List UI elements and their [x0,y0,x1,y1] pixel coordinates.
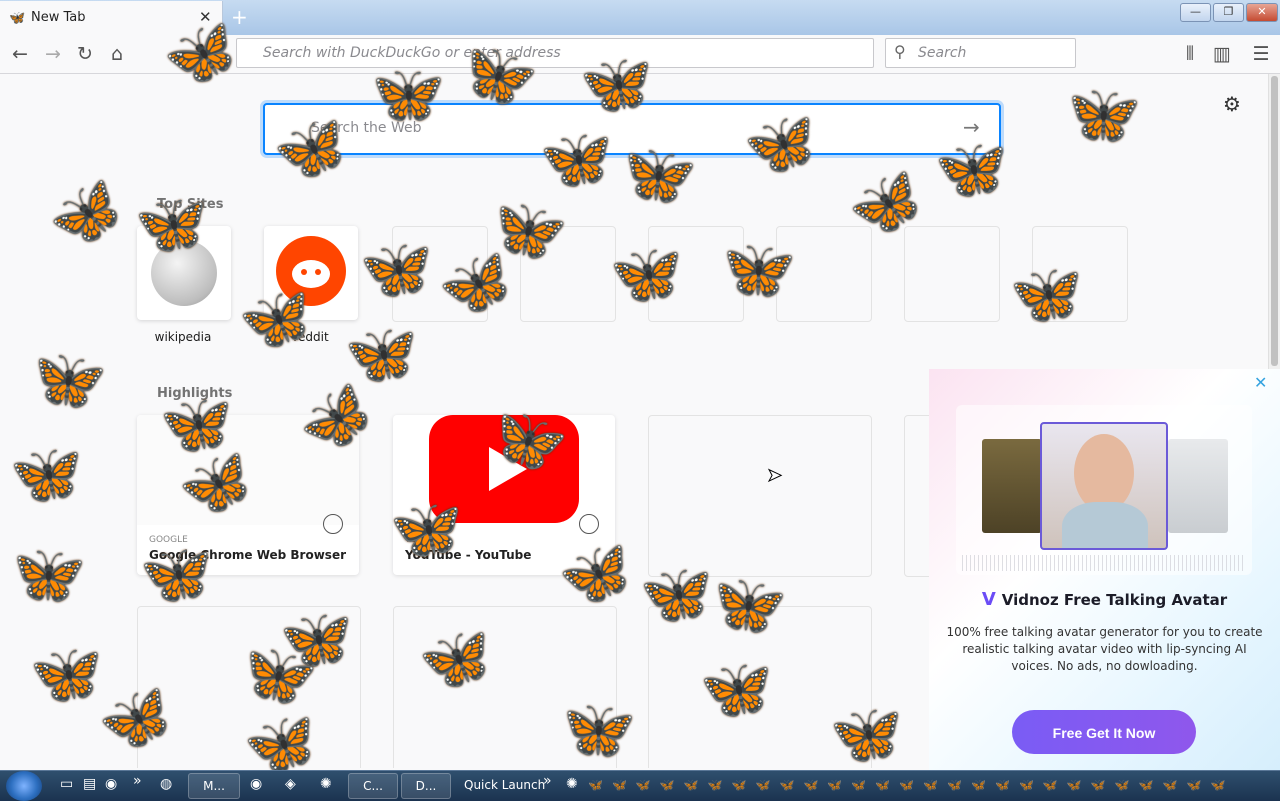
restore-button[interactable]: ❐ [1213,3,1244,22]
top-site-wikipedia[interactable] [137,226,231,320]
reload-icon[interactable]: ↻ [73,43,97,65]
taskbar-chevron-icon[interactable]: » [543,773,552,789]
top-site-label: wikipedia [154,330,212,344]
app-icon[interactable]: ✺ [320,776,332,792]
highlights-heading: Highlights [157,386,233,401]
popup-title-text: Vidnoz Free Talking Avatar [1001,591,1228,609]
highlight-card-empty[interactable] [137,606,361,768]
mouse-cursor-icon: ➤ [766,465,783,487]
history-clock-icon [579,514,599,534]
library-icon[interactable]: ⫴ [1178,43,1202,65]
taskbar-window-c[interactable]: C... [348,773,398,799]
new-tab-button[interactable]: + [231,5,248,29]
settings-gear-icon[interactable]: ⚙ [1223,92,1241,116]
history-clock-icon [323,514,343,534]
sidebar-icon[interactable]: ▥ [1210,43,1234,65]
avatar-preview-panel [956,405,1252,575]
explorer-icon[interactable]: ▤ [83,776,96,792]
web-search-box[interactable]: Search the Web → [263,103,1001,155]
chrome-icon[interactable]: ◉ [105,776,117,792]
wikipedia-globe-icon [151,240,217,306]
audio-waveform [962,555,1246,571]
menu-icon[interactable]: ☰ [1249,43,1273,65]
taskbar-window-firefox[interactable]: M... [188,773,240,799]
app-icon[interactable]: ◈ [285,776,296,792]
top-site-empty[interactable] [648,226,744,322]
highlight-card-empty[interactable] [648,606,872,768]
search-placeholder: Search [918,45,967,61]
avatar-thumbnail [1168,439,1228,533]
forward-icon[interactable]: → [41,43,65,65]
back-icon[interactable]: ← [8,43,32,65]
highlight-title: YouTube - YouTube [405,548,532,562]
show-desktop-icon[interactable]: ▭ [60,776,73,792]
highlight-source: GOOGLE [149,535,188,545]
highlight-card-empty[interactable] [393,606,617,768]
highlight-card-youtube[interactable]: YOUTUBE YouTube - YouTube [393,415,615,575]
top-site-reddit[interactable] [264,226,358,320]
top-sites-heading: Top Sites [157,197,224,212]
tab-close-icon[interactable]: ✕ [199,8,212,26]
vidnoz-logo-icon: V [981,589,996,610]
top-site-empty[interactable] [904,226,1000,322]
web-search-placeholder: Search the Web [311,120,422,136]
url-bar[interactable]: Search with DuckDuckGo or enter address [236,38,874,68]
reddit-alien-icon [276,236,346,306]
search-submit-arrow-icon[interactable]: → [963,115,980,139]
tab-new-tab[interactable]: 🦋 New Tab ✕ [0,1,223,35]
highlight-title: Google Chrome Web Browser [149,548,346,562]
home-icon[interactable]: ⌂ [105,43,129,65]
firefox-icon[interactable]: ◍ [160,776,172,792]
avatar-thumbnail [982,439,1042,533]
highlight-card-chrome[interactable]: GOOGLE Google Chrome Web Browser [137,415,359,575]
taskbar-window-d[interactable]: D... [401,773,451,799]
search-icon: ⚲ [894,42,906,61]
start-button[interactable] [6,771,42,801]
tab-title: New Tab [31,10,86,25]
top-site-empty[interactable] [392,226,488,322]
popup-description: 100% free talking avatar generator for y… [946,625,1263,673]
tab-favicon-icon: 🦋 [9,11,26,26]
url-placeholder: Search with DuckDuckGo or enter address [263,45,561,61]
tab-strip: 🦋 New Tab ✕ + — ❐ ✕ [0,0,1280,35]
chrome-icon[interactable]: ◉ [250,776,262,792]
quick-launch-label: Quick Launch [464,778,546,792]
scroll-thumb[interactable] [1271,76,1278,366]
highlight-card-empty[interactable] [648,415,872,577]
top-site-empty[interactable] [776,226,872,322]
taskbar-butterfly-icons: 🦋🦋🦋🦋🦋🦋🦋🦋🦋🦋🦋🦋🦋🦋🦋🦋🦋🦋🦋🦋🦋🦋🦋🦋🦋🦋🦋 [588,778,1235,792]
vidnoz-ad-popup: ✕ V Vidnoz Free Talking Avatar 100% free … [929,369,1280,770]
search-bar[interactable]: ⚲ Search [885,38,1076,68]
popup-title: V Vidnoz Free Talking Avatar [929,589,1280,610]
avatar-selected [1040,422,1168,550]
taskbar-chevron-icon[interactable]: » [133,773,142,789]
free-get-it-now-button[interactable]: Free Get It Now [1012,710,1196,754]
top-site-label: reddit [293,330,329,344]
popup-close-icon[interactable]: ✕ [1254,373,1267,392]
app-icon[interactable]: ✺ [566,776,578,792]
youtube-logo-icon [429,415,579,523]
minimize-button[interactable]: — [1180,3,1211,22]
close-window-button[interactable]: ✕ [1246,3,1278,22]
highlight-source: YOUTUBE [405,535,448,545]
top-site-empty[interactable] [520,226,616,322]
windows-taskbar: ▭ ▤ ◉ » ◍ M... ◉ ◈ ✺ C... D... Quick Lau… [0,770,1280,801]
navigation-toolbar: ← → ↻ ⌂ Search with DuckDuckGo or enter … [0,35,1280,74]
top-site-empty[interactable] [1032,226,1128,322]
